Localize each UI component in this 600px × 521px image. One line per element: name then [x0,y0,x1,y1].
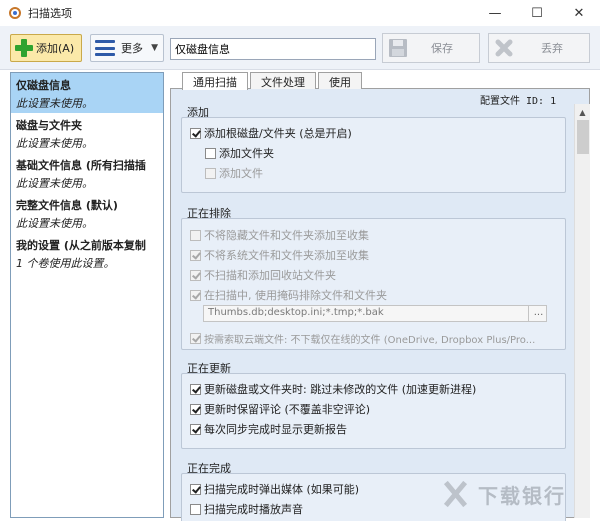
list-item[interactable]: 基础文件信息 (所有扫描插 此设置未使用。 [11,153,163,193]
checkbox-icon [205,147,216,159]
checkbox-add-root[interactable]: 添加根磁盘/文件夹 (总是开启) [190,125,352,141]
save-button[interactable]: 保存 [382,33,480,63]
profile-status: 此设置未使用。 [16,137,93,150]
profile-status: 1 个卷使用此设置。 [16,257,115,270]
tab-strip: 通用扫描 文件处理 使用 [182,72,364,90]
checkbox-icon [190,289,201,301]
profile-name: 我的设置 (从之前版本复制 [16,239,146,252]
checkbox-exclude-system[interactable]: 不将系统文件和文件夹添加至收集 [190,247,369,263]
watermark-logo-icon [440,479,470,509]
checkbox-icon [190,333,201,344]
checkbox-keep-comments[interactable]: 更新时保留评论 (不覆盖非空评论) [190,401,370,417]
checkbox-skip-unmodified[interactable]: 更新磁盘或文件夹时: 跳过未修改的文件 (加速更新进程) [190,381,476,397]
scroll-thumb[interactable] [577,120,589,154]
profile-status: 此设置未使用。 [16,217,93,230]
checkbox-icon [190,383,201,395]
floppy-save-icon [389,39,407,57]
checkbox-exclude-recycle[interactable]: 不扫描和添加回收站文件夹 [190,267,336,283]
checkbox-icon [190,269,201,281]
checkbox-play-sound[interactable]: 扫描完成时播放声音 [190,501,303,517]
title-bar: 扫描选项 — ☐ ✕ [0,0,600,26]
checkbox-show-report[interactable]: 每次同步完成时显示更新报告 [190,421,347,437]
checkbox-icon [190,229,201,241]
list-item[interactable]: 仅磁盘信息 此设置未使用。 [11,73,163,113]
watermark-text: 下载银行 [478,483,566,508]
checkbox-add-folders[interactable]: 添加文件夹 [205,145,274,161]
panel-scrollbar[interactable]: ▲ [574,104,590,518]
profile-name: 完整文件信息 (默认) [16,199,118,212]
profile-name: 基础文件信息 (所有扫描插 [16,159,146,172]
profile-name-input[interactable] [170,38,376,60]
tab-general-scan[interactable]: 通用扫描 [182,72,248,90]
discard-button-label: 丢弃 [541,42,563,55]
discard-button[interactable]: 丢弃 [488,33,590,63]
checkbox-exclude-mask[interactable]: 在扫描中, 使用掩码排除文件和文件夹 [190,287,387,303]
more-button[interactable]: 更多 ▼ [90,34,164,62]
exclude-mask-input[interactable]: Thumbs.db;desktop.ini;*.tmp;*.bak [203,305,547,322]
discard-x-icon [495,39,513,57]
checkbox-eject-media[interactable]: 扫描完成时弹出媒体 (如果可能) [190,481,359,497]
toolbar: 添加(A) 更多 ▼ 保存 丢弃 [0,26,600,70]
checkbox-add-files[interactable]: 添加文件 [205,165,263,181]
checkbox-icon [190,127,201,139]
checkbox-icon [190,423,201,435]
list-item[interactable]: 完整文件信息 (默认) 此设置未使用。 [11,193,163,233]
checkbox-icon [190,249,201,261]
checkbox-icon [190,503,201,515]
mask-browse-button[interactable]: ... [528,305,548,322]
tab-file-handling[interactable]: 文件处理 [250,72,316,89]
profile-list: 仅磁盘信息 此设置未使用。 磁盘与文件夹 此设置未使用。 基础文件信息 (所有扫… [10,72,164,518]
more-button-label: 更多 [121,42,143,55]
checkbox-icon [190,403,201,415]
profile-status: 此设置未使用。 [16,177,93,190]
window-title: 扫描选项 [28,7,72,20]
checkbox-icon [205,167,216,179]
chevron-down-icon: ▼ [151,43,158,53]
config-id-label: 配置文件 ID: 1 [480,96,557,107]
app-icon [9,7,21,19]
watermark: 下载银行 [440,474,590,514]
tab-usage[interactable]: 使用 [318,72,362,89]
profile-name: 磁盘与文件夹 [16,119,82,132]
add-button-label: 添加(A) [36,42,75,55]
list-item[interactable]: 磁盘与文件夹 此设置未使用。 [11,113,163,153]
scroll-up-icon[interactable]: ▲ [575,104,590,120]
maximize-button[interactable]: ☐ [516,0,558,26]
checkbox-icon [190,483,201,495]
save-button-label: 保存 [431,42,453,55]
minimize-button[interactable]: — [474,0,516,26]
profile-status: 此设置未使用。 [16,97,93,110]
checkbox-cloud-files[interactable]: 按需索取云端文件: 不下载仅在线的文件 (OneDrive, Dropbox P… [190,331,560,346]
close-button[interactable]: ✕ [558,0,600,26]
add-button[interactable]: 添加(A) [10,34,82,62]
menu-icon [95,40,115,56]
list-item[interactable]: 我的设置 (从之前版本复制 1 个卷使用此设置。 [11,233,163,273]
checkbox-exclude-hidden[interactable]: 不将隐藏文件和文件夹添加至收集 [190,227,369,243]
profile-name: 仅磁盘信息 [16,79,71,92]
plus-icon [15,39,33,57]
